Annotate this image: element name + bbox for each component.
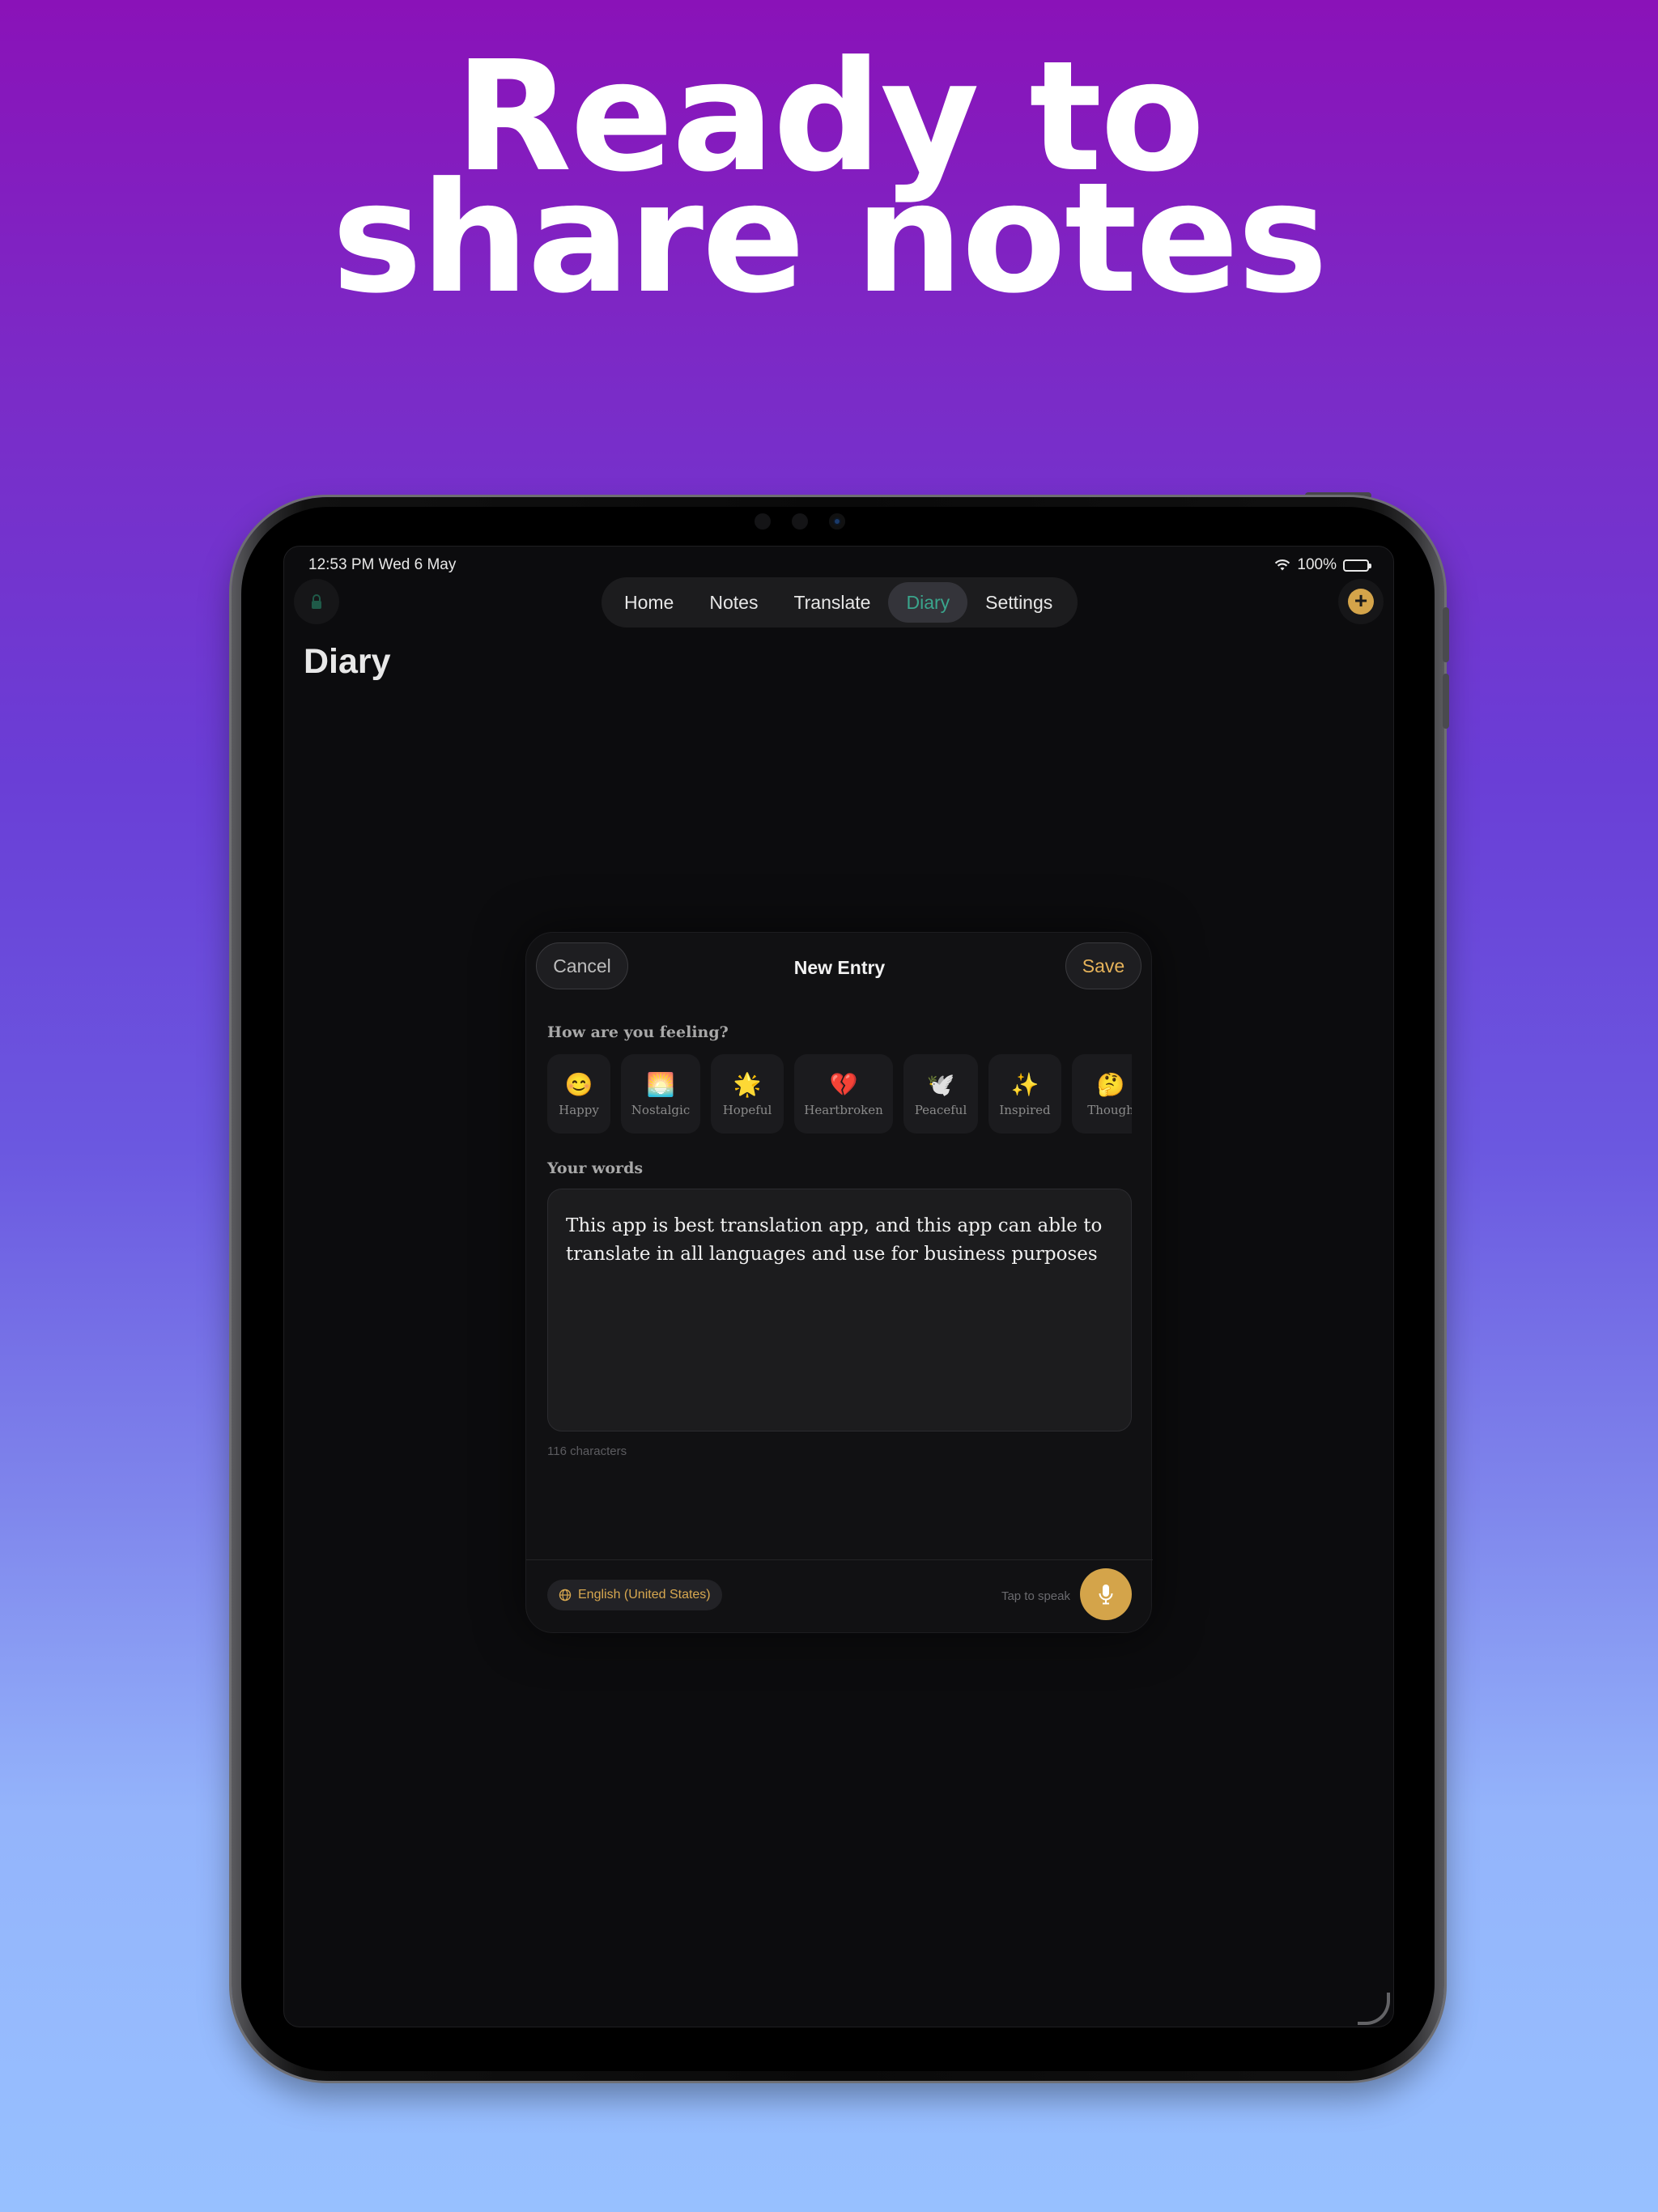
mood-label: Happy	[559, 1103, 599, 1117]
wifi-icon	[1275, 559, 1290, 571]
mood-hopeful[interactable]: 🌟 Hopeful	[711, 1054, 784, 1134]
microphone-button[interactable]	[1080, 1568, 1132, 1620]
mood-thoughtful[interactable]: 🤔 Though	[1072, 1054, 1132, 1134]
save-button[interactable]: Save	[1065, 942, 1141, 989]
mood-label: Peaceful	[914, 1103, 967, 1117]
status-right: 100%	[1274, 556, 1371, 574]
thinking-icon: 🤔	[1096, 1071, 1125, 1098]
mood-nostalgic[interactable]: 🌅 Nostalgic	[621, 1054, 700, 1134]
globe-icon	[559, 1589, 572, 1602]
tab-settings[interactable]: Settings	[967, 582, 1070, 623]
microphone-icon	[1099, 1585, 1113, 1605]
device-volume-down	[1443, 674, 1449, 729]
page-title: Diary	[304, 642, 391, 681]
mood-heartbroken[interactable]: 💔 Heartbroken	[794, 1054, 893, 1134]
modal-title: New Entry	[793, 957, 886, 978]
tab-translate[interactable]: Translate	[776, 582, 888, 623]
language-selector[interactable]: English (United States)	[547, 1580, 722, 1610]
sunrise-icon: 🌅	[646, 1071, 675, 1098]
mood-inspired[interactable]: ✨ Inspired	[988, 1054, 1061, 1134]
mood-picker: 😊 Happy 🌅 Nostalgic 🌟 Hopeful 💔 Heartbro…	[547, 1054, 1132, 1135]
corner-indicator	[1358, 1993, 1390, 2025]
sensor-dot	[792, 513, 808, 530]
front-camera	[829, 513, 845, 530]
mood-peaceful[interactable]: 🕊️ Peaceful	[903, 1054, 978, 1134]
lock-icon	[312, 594, 321, 609]
mood-label: Inspired	[999, 1103, 1051, 1117]
headline: Ready to share notes	[0, 41, 1658, 327]
star-icon: 🌟	[733, 1071, 762, 1098]
happy-icon: 😊	[564, 1071, 593, 1098]
new-entry-modal: Cancel New Entry Save How are you feelin…	[525, 932, 1153, 1634]
lock-button[interactable]	[294, 579, 339, 624]
tab-notes[interactable]: Notes	[691, 582, 776, 623]
battery-icon	[1343, 559, 1371, 572]
status-time-date: 12:53 PM Wed 6 May	[308, 556, 457, 573]
mood-label: Heartbroken	[804, 1103, 883, 1117]
tab-diary[interactable]: Diary	[888, 582, 968, 623]
status-bar: 12:53 PM Wed 6 May 100%	[308, 553, 1371, 577]
tab-bar: Home Notes Translate Diary Settings	[602, 577, 1078, 627]
screen: 12:53 PM Wed 6 May 100% Home Notes Trans…	[283, 546, 1394, 2027]
sensor-dot	[755, 513, 771, 530]
modal-footer: English (United States) Tap to speak	[526, 1559, 1153, 1634]
dove-icon: 🕊️	[926, 1071, 955, 1098]
broken-heart-icon: 💔	[829, 1071, 858, 1098]
sparkles-icon: ✨	[1010, 1071, 1039, 1098]
tap-to-speak-label: Tap to speak	[1001, 1589, 1070, 1603]
add-button[interactable]: +	[1338, 579, 1384, 624]
plus-icon: +	[1348, 589, 1374, 615]
mood-happy[interactable]: 😊 Happy	[547, 1054, 610, 1134]
mood-label: Though	[1087, 1103, 1132, 1117]
entry-textarea[interactable]: This app is best translation app, and th…	[547, 1189, 1132, 1431]
character-count: 116 characters	[547, 1444, 627, 1458]
headline-line-2: share notes	[331, 150, 1329, 327]
language-label: English (United States)	[578, 1588, 711, 1602]
battery-percent: 100%	[1297, 556, 1337, 573]
device-volume-up	[1443, 607, 1449, 662]
mood-label: Nostalgic	[631, 1103, 691, 1117]
tab-home[interactable]: Home	[606, 582, 691, 623]
feeling-label: How are you feeling?	[547, 1023, 729, 1041]
words-label: Your words	[547, 1159, 644, 1177]
mood-label: Hopeful	[722, 1103, 772, 1117]
